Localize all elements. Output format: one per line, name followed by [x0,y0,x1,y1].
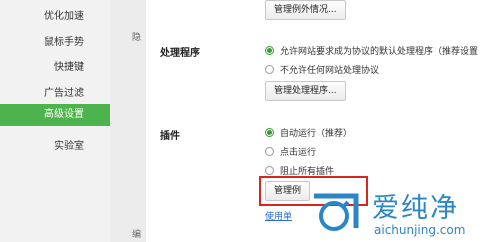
watermark-url: aichunjing.com [374,223,466,237]
radio-label: 不允许任何网站处理协议 [280,65,380,76]
radio-selected-icon [265,45,274,55]
sidebar-item-ad-filter[interactable]: 广告过滤 [44,84,84,99]
radio-label: 自动运行（推荐） [280,128,353,139]
watermark-logo-icon [314,193,359,231]
radio-label: 点击运行 [280,147,317,158]
sidebar-item-advanced[interactable]: 高级设置 [0,104,110,126]
manage-handlers-button[interactable]: 管理处理程序... [265,81,346,101]
radio-unselected-icon [265,165,274,175]
radio-selected-icon [265,127,274,137]
radio-unselected-icon [265,146,274,156]
truncated-heading-privacy: 隐 [132,33,142,43]
radio-plugins-block-all[interactable]: 阻止所有插件 [265,163,334,177]
protocol-handlers-label: 处理程序 [160,48,200,59]
watermark-brand: 爱纯净 [372,193,459,224]
help-link[interactable]: 使用单 [265,209,292,222]
truncated-heading-edit: 编 [132,230,142,240]
radio-plugins-click-to-run[interactable]: 点击运行 [265,144,316,158]
section-heading-column: 隐 编 [110,0,146,242]
manage-exceptions-button[interactable]: 管理例外情况... [265,0,346,20]
watermark: 爱纯净 aichunjing.com [300,180,500,242]
plugins-label: 插件 [160,131,180,142]
sidebar-item-mouse-gestures[interactable]: 鼠标手势 [44,33,84,48]
sidebar-item-optimize[interactable]: 优化加速 [44,7,84,22]
radio-label: 阻止所有插件 [280,166,335,177]
sidebar-item-shortcuts[interactable]: 快捷键 [54,58,84,73]
radio-plugins-auto-run[interactable]: 自动运行（推荐） [265,125,352,139]
sidebar-item-lab[interactable]: 实验室 [54,137,84,152]
radio-deny-protocol-handlers[interactable]: 不允许任何网站处理协议 [265,62,379,76]
radio-allow-protocol-handlers[interactable]: 允许网站要求成为协议的默认处理程序（推荐设置 [265,43,478,57]
settings-sidebar: 优化加速 鼠标手势 快捷键 广告过滤 高级设置 实验室 [0,0,110,242]
radio-label: 允许网站要求成为协议的默认处理程序（推荐设置 [280,46,479,57]
radio-unselected-icon [265,64,274,74]
